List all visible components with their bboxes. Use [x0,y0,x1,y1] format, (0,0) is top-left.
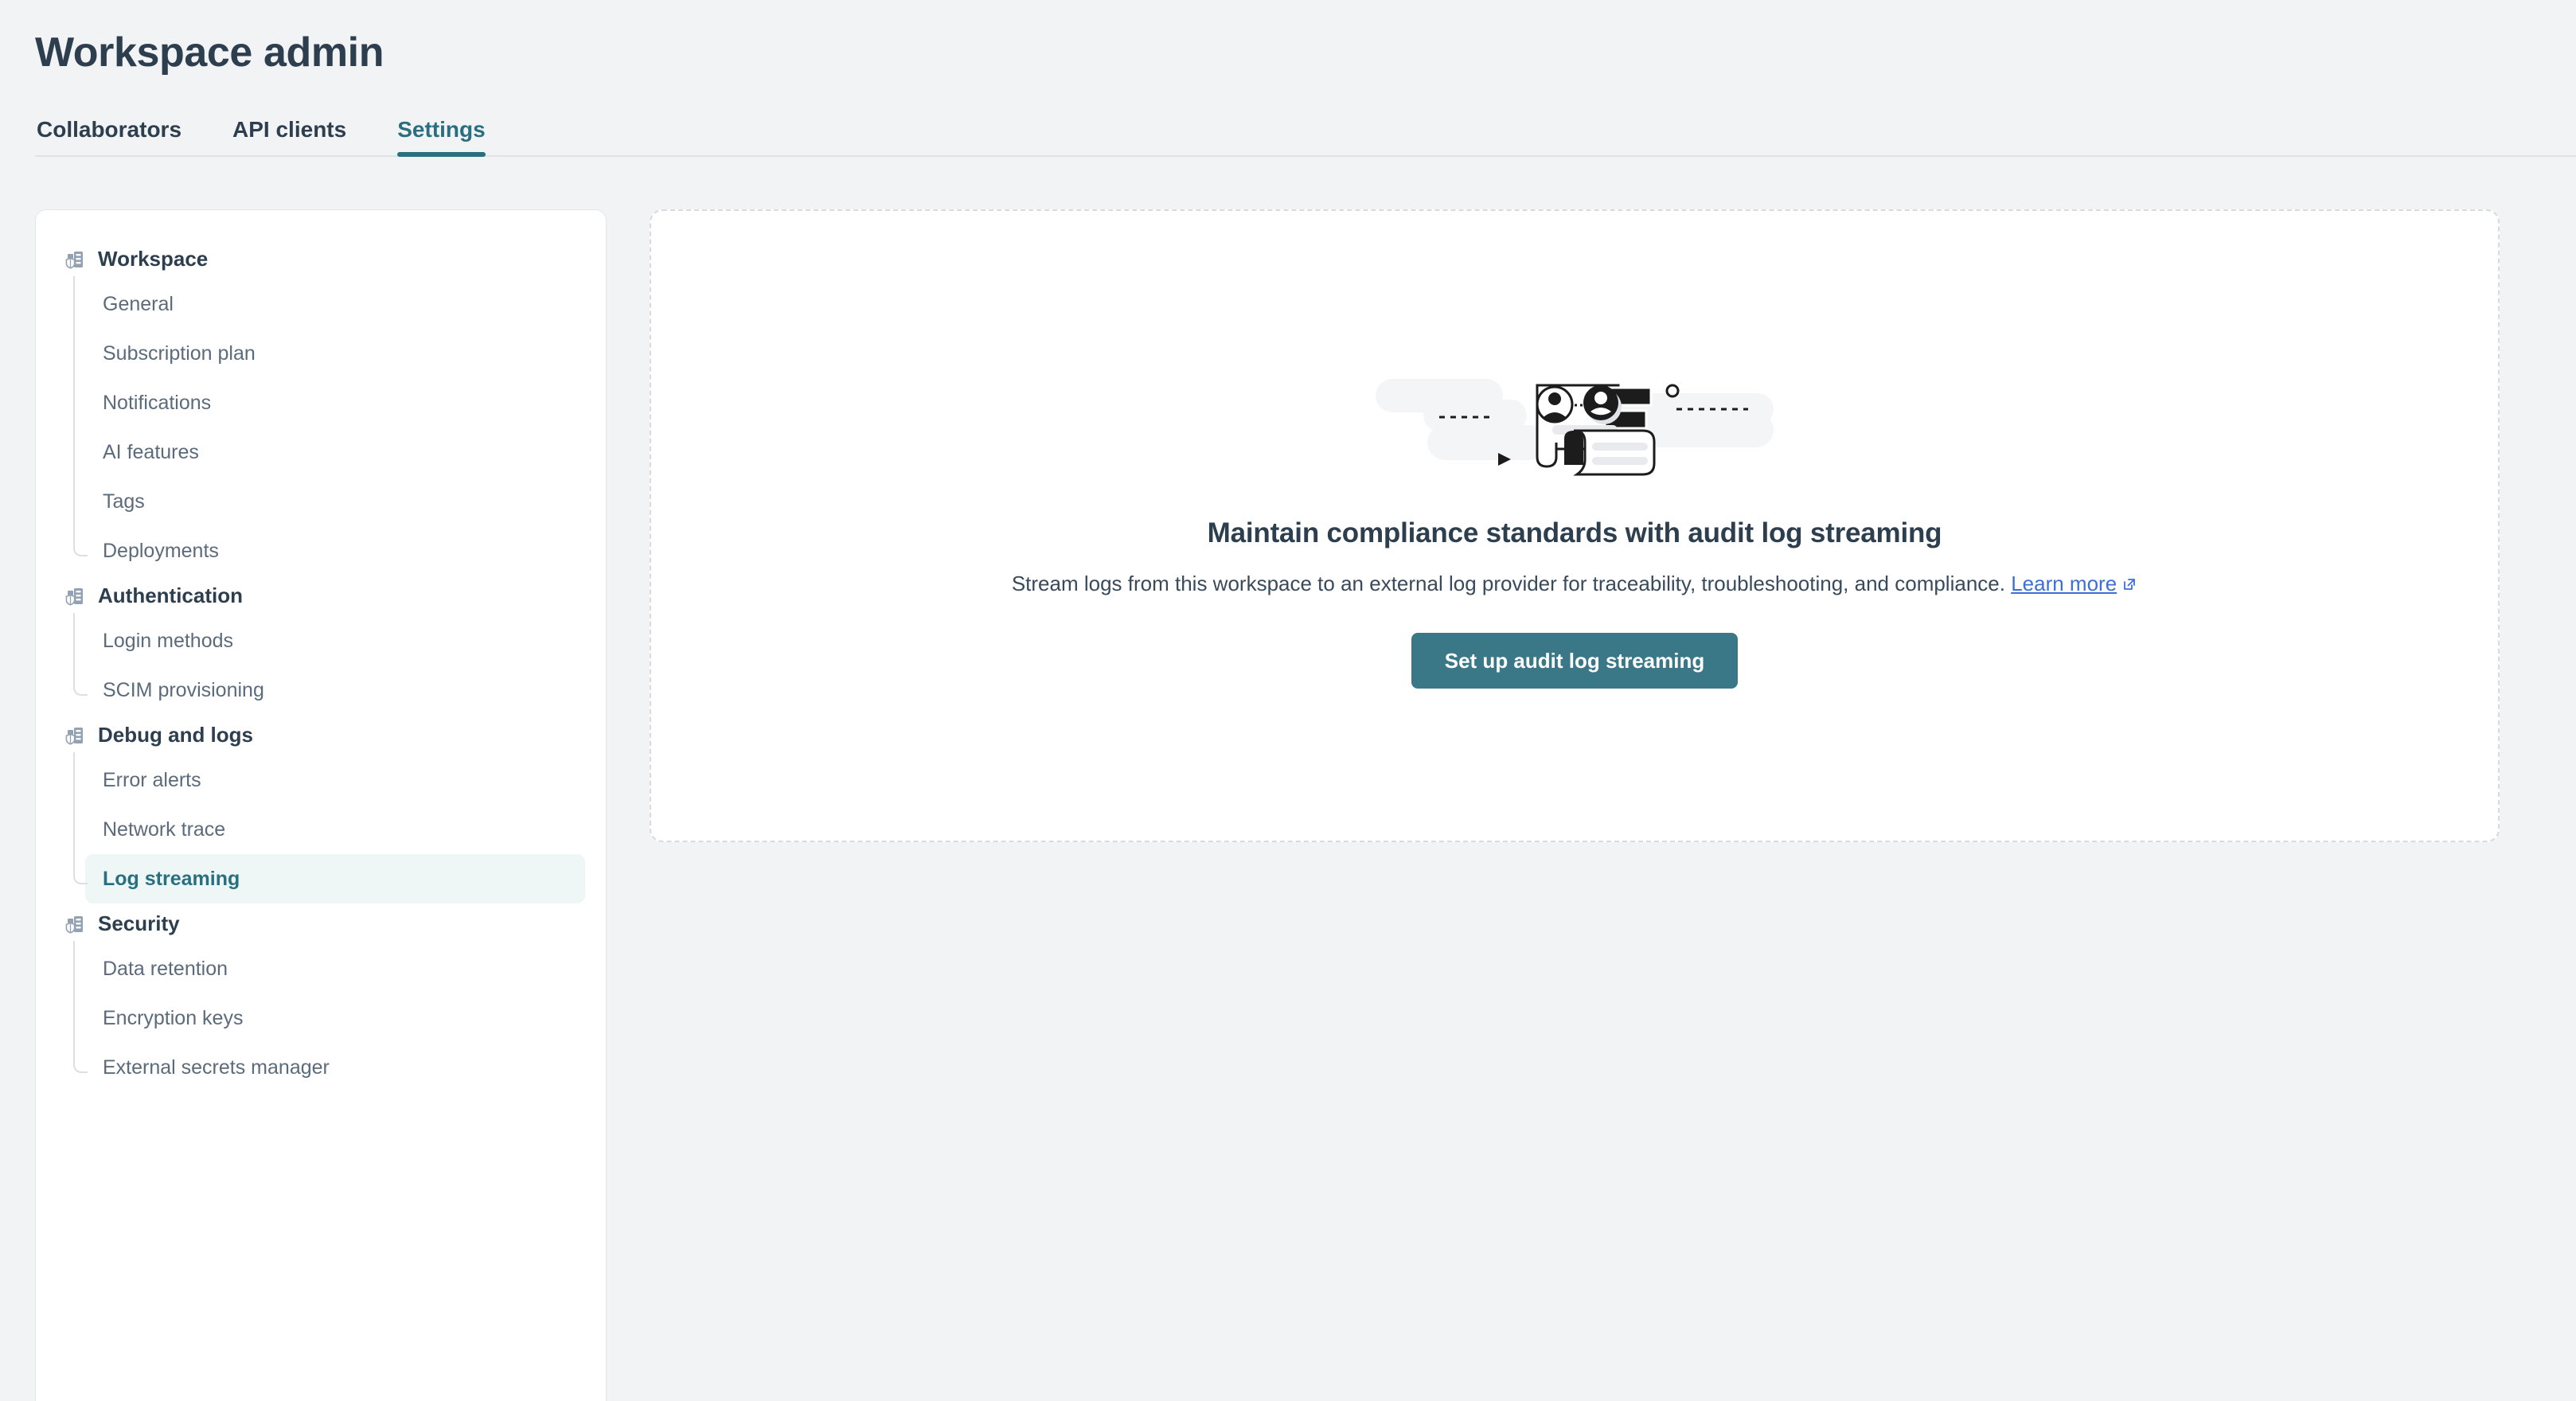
sidebar-item-subscription-plan[interactable]: Subscription plan [85,329,585,378]
nav-group-children-debug-and-logs: Error alerts Network trace Log streaming [57,752,585,904]
tab-collaborators[interactable]: Collaborators [37,117,181,155]
tab-api-clients[interactable]: API clients [232,117,346,155]
external-link-icon [2121,572,2137,591]
empty-state-title: Maintain compliance standards with audit… [1207,517,1942,549]
page-body: Workspace General Subscription plan Noti… [0,157,2576,1401]
nav-group-authentication: Authentication Login methods SCIM provis… [57,576,585,715]
nav-group-debug-and-logs: Debug and logs Error alerts Network trac… [57,715,585,904]
empty-state-description-text: Stream logs from this workspace to an ex… [1011,572,2005,596]
audit-log-streaming-illustration [1376,363,1774,482]
sidebar-item-ai-features[interactable]: AI features [85,427,585,477]
nav-group-label: Workspace [98,247,209,271]
page-title: Workspace admin [35,29,384,76]
nav-group-children-authentication: Login methods SCIM provisioning [57,613,585,715]
tab-bar: Collaborators API clients Settings [35,117,2576,158]
set-up-audit-log-streaming-button[interactable]: Set up audit log streaming [1411,633,1739,689]
tab-settings[interactable]: Settings [397,117,486,158]
server-shield-icon [64,914,85,935]
sidebar-item-external-secrets-manager[interactable]: External secrets manager [85,1043,585,1092]
learn-more-label: Learn more [2011,572,2117,596]
server-shield-icon [64,725,85,746]
nav-group-workspace: Workspace General Subscription plan Noti… [57,239,585,576]
sidebar-item-notifications[interactable]: Notifications [85,378,585,427]
sidebar-item-log-streaming[interactable]: Log streaming [85,854,585,904]
sidebar-item-deployments[interactable]: Deployments [85,526,585,576]
page-header: Workspace admin Collaborators API client… [0,0,2576,158]
sidebar-item-network-trace[interactable]: Network trace [85,805,585,854]
server-shield-icon [64,586,85,607]
settings-sidebar: Workspace General Subscription plan Noti… [35,209,607,1401]
log-streaming-empty-state-card: Maintain compliance standards with audit… [650,209,2500,843]
sidebar-item-general[interactable]: General [85,279,585,329]
nav-group-header-debug-and-logs[interactable]: Debug and logs [57,715,585,755]
sidebar-item-error-alerts[interactable]: Error alerts [85,755,585,805]
sidebar-item-tags[interactable]: Tags [85,477,585,526]
sidebar-item-encryption-keys[interactable]: Encryption keys [85,993,585,1043]
learn-more-link[interactable]: Learn more [2011,572,2117,595]
server-shield-icon [64,249,85,270]
nav-group-children-workspace: General Subscription plan Notifications … [57,276,585,576]
nav-group-header-workspace[interactable]: Workspace [57,239,585,279]
nav-group-children-security: Data retention Encryption keys External … [57,941,585,1092]
sidebar-item-login-methods[interactable]: Login methods [85,616,585,665]
sidebar-item-scim-provisioning[interactable]: SCIM provisioning [85,665,585,715]
nav-group-label: Security [98,911,180,936]
empty-state-description: Stream logs from this workspace to an ex… [1012,570,2137,598]
nav-group-header-security[interactable]: Security [57,903,585,944]
nav-group-header-authentication[interactable]: Authentication [57,576,585,616]
nav-group-label: Debug and logs [98,723,253,747]
sidebar-item-data-retention[interactable]: Data retention [85,944,585,993]
nav-group-label: Authentication [98,583,243,608]
nav-group-security: Security Data retention Encryption keys … [57,903,585,1092]
